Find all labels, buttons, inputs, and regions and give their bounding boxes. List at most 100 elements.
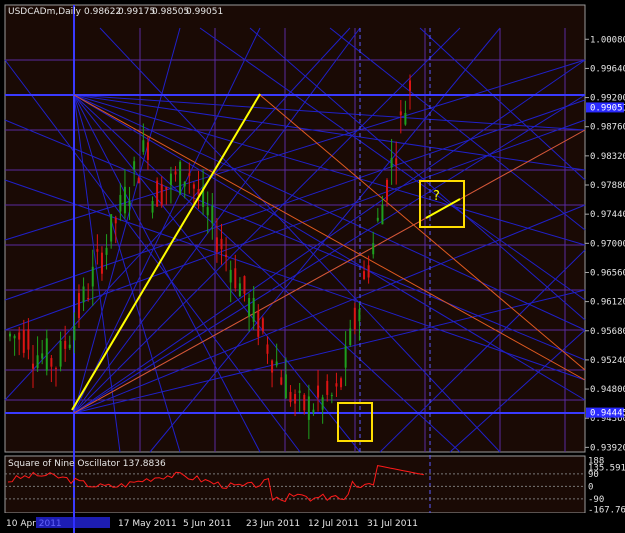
candle-body-53 <box>252 297 255 322</box>
candle-body-14 <box>73 325 76 341</box>
candle-body-10 <box>54 368 57 370</box>
time-tick-label-1: 17 May 2011 <box>118 519 177 529</box>
candle-body-13 <box>68 344 71 349</box>
price-tick-label-3: 0.98760 <box>590 123 625 133</box>
price-tick-label-12: 0.94800 <box>590 385 625 395</box>
price-tick-label-4: 0.98320 <box>590 152 625 162</box>
candle-body-31 <box>151 200 154 213</box>
candle-body-68 <box>321 397 324 410</box>
candle-body-16 <box>82 286 85 303</box>
candle-body-85 <box>399 111 402 116</box>
candle-body-30 <box>146 142 149 160</box>
candle-body-66 <box>312 409 315 413</box>
candle-body-52 <box>248 298 251 317</box>
candle-body-70 <box>330 395 333 397</box>
candle-body-45 <box>215 237 218 252</box>
candle-body-0 <box>9 333 11 337</box>
chart-header-low: 0.98505 <box>152 7 189 17</box>
candle-body-37 <box>179 161 182 194</box>
chart-header-high: 0.99175 <box>118 7 155 17</box>
candle-body-7 <box>41 353 44 359</box>
candle-body-50 <box>238 283 241 297</box>
candle-body-20 <box>100 252 103 274</box>
price-tick-label-11: 0.95240 <box>590 356 625 366</box>
candle-body-4 <box>27 329 30 350</box>
candle-body-71 <box>335 383 338 387</box>
candle-body-23 <box>114 217 117 224</box>
price-axis-bg <box>586 5 625 513</box>
osc-tick-label-3: 0 <box>588 482 593 492</box>
candle-body-17 <box>87 298 90 300</box>
chart-header-close: 0.99051 <box>186 7 223 17</box>
candle-body-87 <box>409 80 411 91</box>
price-tick-label-9: 0.96120 <box>590 298 625 308</box>
candle-body-32 <box>156 180 159 207</box>
price-tick-label-5: 0.97880 <box>590 181 625 191</box>
osc-tick-label-4: -90 <box>588 495 604 505</box>
chart-canvas: 188135.5915900-90-167.762 1.000800.99640… <box>0 4 625 533</box>
candle-body-46 <box>220 238 223 250</box>
candle-body-48 <box>229 269 232 283</box>
price-tick-label-2: 0.99200 <box>590 94 625 104</box>
price-tick-label-0: 1.00080 <box>590 35 625 45</box>
time-tick-label-4: 12 Jul 2011 <box>308 519 359 529</box>
candle-body-59 <box>280 377 283 385</box>
candle-body-18 <box>91 266 94 287</box>
candle-body-56 <box>266 344 269 354</box>
price-tick-label-14: 0.93920 <box>590 443 625 453</box>
candle-body-79 <box>372 243 375 255</box>
candle-body-69 <box>326 380 329 395</box>
candle-body-19 <box>96 249 99 252</box>
price-tick-label-7: 0.97000 <box>590 239 625 249</box>
candle-body-55 <box>261 318 264 332</box>
candle-body-43 <box>206 207 209 216</box>
candle-body-86 <box>404 112 407 125</box>
chart-header-symbol: USDCADm,Daily <box>8 7 82 17</box>
candle-body-62 <box>294 394 297 404</box>
candle-body-11 <box>59 340 62 367</box>
candle-body-49 <box>234 268 237 289</box>
candle-body-1 <box>13 335 16 339</box>
candle-body-78 <box>367 265 370 278</box>
time-tick-label-2: 5 Jun 2011 <box>183 519 231 529</box>
chart-header-open: 0.98622 <box>84 7 121 17</box>
price-tick-label-6: 0.97440 <box>590 210 625 220</box>
oscillator-title: Square of Nine Oscillator 137.8836 <box>8 459 166 469</box>
candle-body-21 <box>105 247 108 255</box>
candle-body-26 <box>128 200 131 207</box>
price-marker-label-0: 0.99051 <box>590 103 625 113</box>
candle-body-57 <box>271 360 274 373</box>
price-tick-label-1: 0.99640 <box>590 64 625 74</box>
candle-body-33 <box>160 184 163 206</box>
candle-body-34 <box>165 186 168 190</box>
candle-body-44 <box>211 205 214 224</box>
candle-body-74 <box>349 328 352 346</box>
price-marker-label-1: 0.94445 <box>590 409 625 419</box>
candle-body-38 <box>183 181 186 187</box>
osc-tick-label-2: 90 <box>588 470 599 480</box>
candle-body-51 <box>243 276 246 294</box>
main-panel-bg <box>4 4 586 453</box>
candle-body-72 <box>340 378 343 388</box>
candle-body-58 <box>275 361 278 366</box>
candle-body-64 <box>303 394 306 411</box>
candle-body-81 <box>381 204 384 225</box>
candle-body-83 <box>390 158 393 168</box>
candle-body-65 <box>307 396 310 420</box>
candle-body-60 <box>284 374 287 399</box>
candle-body-15 <box>77 293 80 319</box>
candle-body-39 <box>188 173 191 176</box>
candle-body-80 <box>376 217 379 221</box>
candle-body-36 <box>174 171 177 175</box>
candle-body-63 <box>298 390 301 394</box>
candle-body-54 <box>257 310 260 337</box>
candle-body-29 <box>142 140 145 152</box>
candle-body-40 <box>192 184 195 189</box>
candle-body-24 <box>119 194 122 212</box>
candle-body-47 <box>225 254 228 257</box>
time-tick-label-5: 31 Jul 2011 <box>367 519 418 529</box>
candle-body-25 <box>123 186 126 214</box>
candle-body-5 <box>31 363 34 369</box>
candle-body-35 <box>169 173 172 186</box>
candle-body-67 <box>317 385 320 398</box>
